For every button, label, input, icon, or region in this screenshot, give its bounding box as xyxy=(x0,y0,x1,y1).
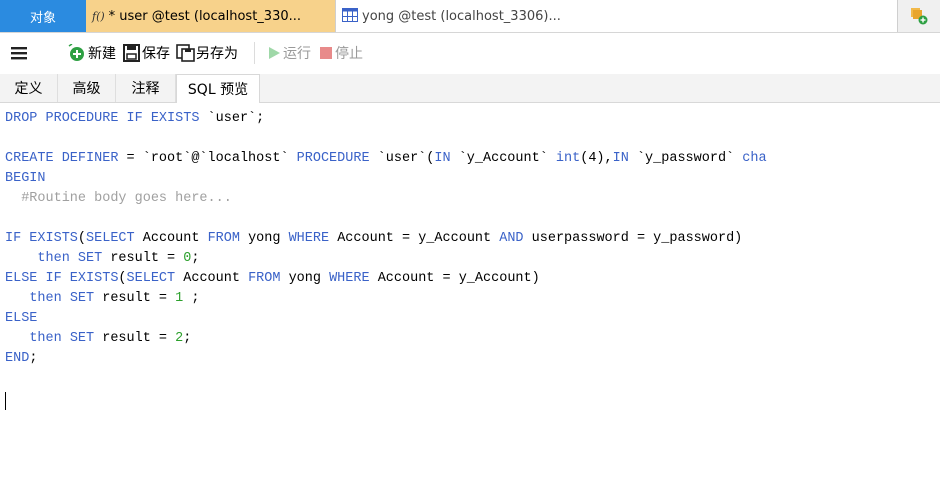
tab-table-yong[interactable]: yong @test (localhost_3306)... xyxy=(336,0,898,32)
toolbar-separator xyxy=(254,42,255,64)
tab-advanced-label: 高级 xyxy=(72,81,101,97)
stop-button[interactable]: 停止 xyxy=(317,43,363,63)
menu-icon xyxy=(11,47,27,60)
tab-objects-label: 对象 xyxy=(29,10,56,26)
run-label: 运行 xyxy=(283,46,311,62)
save-as-button[interactable]: 另存为 xyxy=(176,43,238,63)
subtab-bar: 定义 高级 注释 SQL 预览 xyxy=(0,74,940,103)
tab-sql-preview[interactable]: SQL 预览 xyxy=(176,74,260,103)
tab-definition[interactable]: 定义 xyxy=(0,74,58,102)
tab-objects[interactable]: 对象 xyxy=(0,0,86,32)
save-icon xyxy=(123,44,140,62)
toolbar: 新建 保存 另存为 运行 停止 xyxy=(0,33,940,73)
tab-comment-label: 注释 xyxy=(131,81,160,97)
tab-routine-label: * user @test (localhost_330... xyxy=(108,8,302,24)
object-info-button[interactable] xyxy=(898,0,940,32)
save-label: 保存 xyxy=(142,46,170,62)
menu-button[interactable] xyxy=(10,45,32,61)
tab-comment[interactable]: 注释 xyxy=(116,74,176,102)
table-icon xyxy=(342,7,358,25)
new-icon xyxy=(68,44,84,61)
tab-table-label: yong @test (localhost_3306)... xyxy=(362,8,561,24)
text-cursor xyxy=(5,392,6,410)
new-button[interactable]: 新建 xyxy=(66,43,116,63)
editor-tab-bar: 对象 f() * user @test (localhost_330... yo… xyxy=(0,0,940,33)
tab-advanced[interactable]: 高级 xyxy=(58,74,116,102)
object-info-icon xyxy=(911,8,928,25)
save-as-icon xyxy=(176,44,195,62)
sql-preview-editor[interactable]: DROP PROCEDURE IF EXISTS `user`; CREATE … xyxy=(0,103,940,485)
stop-label: 停止 xyxy=(335,46,363,62)
sql-code: DROP PROCEDURE IF EXISTS `user`; CREATE … xyxy=(5,111,767,366)
new-label: 新建 xyxy=(88,46,116,62)
save-as-label: 另存为 xyxy=(196,46,238,62)
routine-icon: f() xyxy=(92,9,105,23)
stop-icon xyxy=(320,47,332,59)
tab-sql-preview-label: SQL 预览 xyxy=(187,82,249,98)
tab-routine-user[interactable]: f() * user @test (localhost_330... xyxy=(86,0,336,32)
save-button[interactable]: 保存 xyxy=(122,43,170,63)
run-button[interactable]: 运行 xyxy=(265,43,311,63)
run-icon xyxy=(269,47,280,59)
tab-definition-label: 定义 xyxy=(14,81,43,97)
